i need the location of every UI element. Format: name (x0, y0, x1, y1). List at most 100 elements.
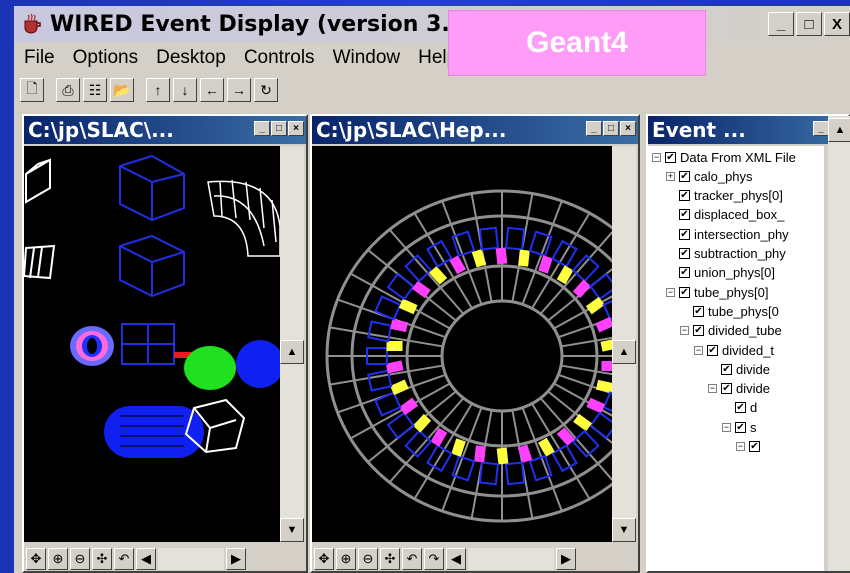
collapse-icon[interactable]: − (736, 442, 745, 451)
tree-item-label: divide (736, 361, 770, 377)
tree-item[interactable]: ✔ divide (708, 360, 770, 378)
tree-item[interactable]: + ✔ calo_phys (666, 167, 753, 185)
open-icon[interactable]: 📂 (110, 78, 134, 102)
new-icon[interactable]: 🗋 (20, 78, 44, 102)
checkbox-checked[interactable]: ✔ (679, 248, 690, 259)
java-cup-icon (20, 12, 44, 36)
tree-item[interactable]: ✔ tube_phys[0 (680, 302, 779, 320)
checkbox-checked[interactable]: ✔ (679, 190, 690, 202)
collapse-icon[interactable]: − (680, 326, 689, 336)
menu-file[interactable]: File (24, 47, 55, 69)
maximize-icon[interactable]: □ (603, 121, 619, 136)
scroll-up-button[interactable]: ▲ (612, 340, 636, 364)
checkbox-checked[interactable]: ✔ (707, 344, 718, 356)
reset-icon[interactable]: ↻ (254, 78, 278, 102)
menu-controls[interactable]: Controls (244, 47, 315, 69)
up-arrow-icon[interactable]: ↑ (146, 78, 170, 102)
minimize-icon[interactable]: _ (813, 121, 829, 136)
collapse-icon[interactable]: − (694, 345, 703, 355)
checkbox-checked[interactable]: ✔ (749, 441, 760, 452)
scroll-up-button[interactable]: ▲ (828, 118, 850, 142)
scroll-down-button[interactable]: ▼ (280, 518, 304, 542)
collapse-icon[interactable]: − (652, 152, 661, 162)
shapes-canvas[interactable] (24, 146, 280, 542)
panel-tube-title: C:\jp\SLAC\Hep... (316, 118, 507, 142)
panel-shapes-titlebar[interactable]: C:\jp\SLAC\... _ □ × (24, 116, 306, 144)
tree-item[interactable]: − ✔ (736, 438, 764, 456)
scroll-right-button[interactable]: ▶ (226, 548, 246, 570)
tree-item[interactable]: ✔ subtraction_phy (666, 245, 786, 263)
zoom-out-icon[interactable]: ⊖ (358, 548, 378, 570)
minimize-icon[interactable]: _ (254, 121, 270, 136)
tube-canvas[interactable] (312, 146, 612, 542)
close-icon[interactable]: × (620, 121, 636, 136)
tree-item[interactable]: ✔ tracker_phys[0] (666, 187, 783, 205)
collapse-icon[interactable]: − (666, 287, 675, 297)
tree-item[interactable]: ✔ union_phys[0] (666, 264, 775, 282)
zoom-out-icon[interactable]: ⊖ (70, 548, 90, 570)
checkbox-checked[interactable]: ✔ (679, 286, 690, 298)
checkbox-checked[interactable]: ✔ (665, 151, 676, 163)
tree-vscroll[interactable]: ▲ (828, 116, 850, 571)
checkbox-checked[interactable]: ✔ (679, 209, 690, 221)
panel-shapes-title: C:\jp\SLAC\... (28, 118, 174, 142)
panel-tube-vscroll[interactable]: ▲ ▼ (612, 146, 636, 542)
rotate-icon[interactable]: ↶ (114, 548, 134, 570)
tree-item[interactable]: − ✔ Data From XML File (652, 148, 796, 166)
checkbox-checked[interactable]: ✔ (693, 325, 704, 337)
tree-item[interactable]: ✔ d (722, 399, 757, 417)
panel-shapes-vscroll[interactable]: ▲ ▼ (280, 146, 304, 542)
scroll-right-button[interactable]: ▶ (556, 548, 576, 570)
scroll-down-button[interactable]: ▼ (612, 518, 636, 542)
scroll-up-button[interactable]: ▲ (280, 340, 304, 364)
scroll-left-button[interactable]: ◀ (446, 548, 466, 570)
move-icon[interactable]: ✣ (92, 548, 112, 570)
panel-tube-titlebar[interactable]: C:\jp\SLAC\Hep... _ □ × (312, 116, 638, 144)
checkbox-checked[interactable]: ✔ (735, 402, 746, 414)
tree-item-label: divided_t (722, 342, 775, 358)
down-arrow-icon[interactable]: ↓ (173, 78, 197, 102)
tree-item-label: divide (736, 381, 770, 397)
checkbox-checked[interactable]: ✔ (679, 170, 690, 182)
tree-item[interactable]: ✔ intersection_phy (666, 225, 789, 243)
expand-icon[interactable]: + (666, 171, 675, 181)
pan-icon[interactable]: ✥ (26, 548, 46, 570)
checkbox-checked[interactable]: ✔ (735, 421, 746, 433)
tree-item[interactable]: − ✔ tube_phys[0] (666, 283, 768, 301)
right-arrow-icon[interactable]: → (227, 78, 251, 102)
tree-item[interactable]: ✔ displaced_box_ (666, 206, 784, 224)
checkbox-checked[interactable]: ✔ (721, 383, 732, 395)
collapse-icon[interactable]: − (708, 384, 717, 394)
maximize-icon[interactable]: □ (271, 121, 287, 136)
minimize-button[interactable]: _ (768, 12, 794, 36)
geant4-label: Geant4 (448, 10, 706, 76)
rotate-right-icon[interactable]: ↷ (424, 548, 444, 570)
left-arrow-icon[interactable]: ← (200, 78, 224, 102)
rotate-left-icon[interactable]: ↶ (402, 548, 422, 570)
tree-item[interactable]: − ✔ divided_t (694, 341, 774, 359)
checkbox-checked[interactable]: ✔ (693, 305, 704, 317)
tree-item[interactable]: − ✔ s (722, 418, 757, 436)
minimize-icon[interactable]: _ (586, 121, 602, 136)
close-button[interactable]: X (824, 12, 850, 36)
checkbox-checked[interactable]: ✔ (679, 228, 690, 240)
checkbox-checked[interactable]: ✔ (721, 363, 732, 375)
menu-desktop[interactable]: Desktop (156, 47, 226, 69)
collapse-icon[interactable]: − (722, 422, 731, 432)
tree-item[interactable]: − ✔ divided_tube (680, 322, 782, 340)
panel-event-titlebar[interactable]: Event ... _× (648, 116, 848, 144)
zoom-in-icon[interactable]: ⊕ (48, 548, 68, 570)
menu-options[interactable]: Options (73, 47, 138, 69)
close-icon[interactable]: × (288, 121, 304, 136)
tree-icon[interactable]: ☷ (83, 78, 107, 102)
move-icon[interactable]: ✣ (380, 548, 400, 570)
zoom-in-icon[interactable]: ⊕ (336, 548, 356, 570)
tree-item[interactable]: − ✔ divide (708, 380, 770, 398)
menu-window[interactable]: Window (333, 47, 401, 69)
title-bar[interactable]: WIRED Event Display (version 3.1 _ □ X (14, 6, 850, 42)
scroll-left-button[interactable]: ◀ (136, 548, 156, 570)
checkbox-checked[interactable]: ✔ (679, 267, 690, 279)
pan-icon[interactable]: ✥ (314, 548, 334, 570)
maximize-button[interactable]: □ (796, 12, 822, 36)
print-icon[interactable]: ⎙ (56, 78, 80, 102)
